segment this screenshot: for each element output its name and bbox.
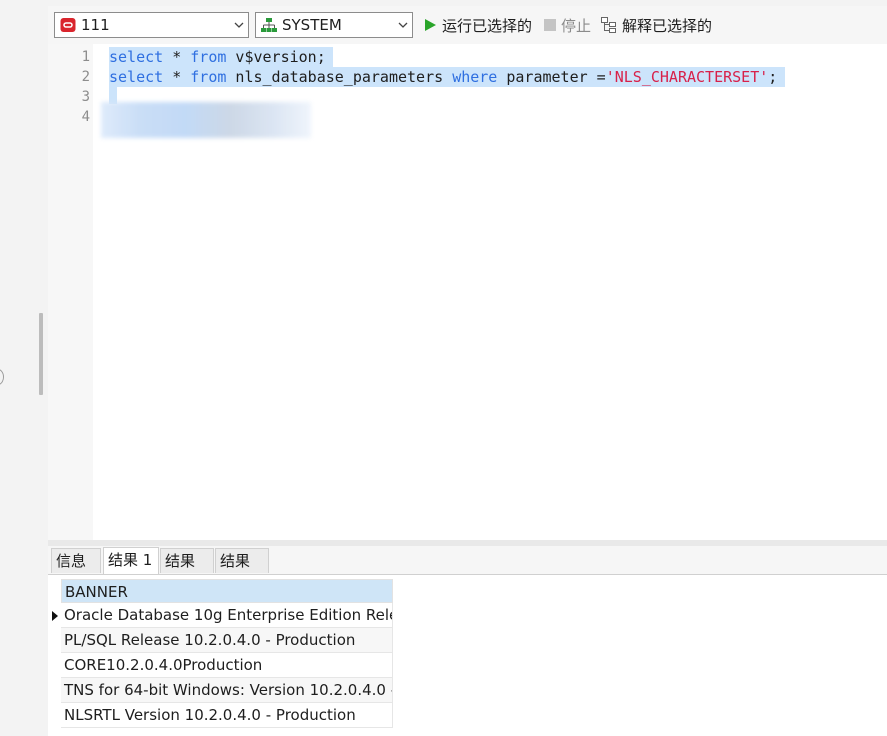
sql-text: v$version; — [226, 48, 326, 66]
explain-plan-icon — [601, 17, 617, 33]
query-toolbar: 111 SYSTEM 运行已选择的 停止 解释已选择的 — [48, 6, 887, 44]
run-selected-label: 运行已选择的 — [442, 16, 533, 35]
schema-select[interactable]: SYSTEM — [255, 12, 413, 38]
connection-select[interactable]: 111 — [54, 12, 249, 38]
tab-result-2[interactable]: 结果 2 — [160, 548, 214, 595]
stop-label: 停止 — [561, 16, 592, 35]
sql-keyword: select — [109, 68, 164, 86]
panel-edge-indicator — [0, 369, 4, 385]
results-tab-bar: 信息 结果 1 结果 2 结果 3 — [48, 546, 887, 595]
stop-button[interactable]: 停止 — [544, 12, 591, 38]
explain-selected-button[interactable]: 解释已选择的 — [601, 12, 712, 38]
column-header-banner[interactable]: BANNER — [61, 579, 393, 603]
sql-keyword: from — [190, 68, 227, 86]
results-panel: 信息 结果 1 结果 2 结果 3 BANNER Oracle Database… — [48, 546, 887, 736]
line-number: 3 — [81, 89, 90, 105]
connection-select-value: 111 — [81, 16, 110, 34]
sql-keyword: from — [190, 48, 227, 66]
redacted-region — [101, 102, 311, 138]
explain-selected-label: 解释已选择的 — [622, 16, 713, 35]
code-line-1: select * from v$version; — [109, 47, 326, 67]
code-line-2: select * from nls_database_parameters wh… — [109, 67, 777, 87]
tab-result-1[interactable]: 结果 1 — [103, 547, 159, 574]
play-icon — [424, 18, 437, 32]
vertical-splitter-handle[interactable] — [39, 313, 43, 395]
sql-text: * — [163, 48, 191, 66]
line-number: 1 — [81, 49, 90, 65]
tab-result-3[interactable]: 结果 3 — [215, 548, 269, 595]
sql-text: parameter = — [497, 68, 606, 86]
line-number-gutter: 1 2 3 4 — [48, 44, 93, 540]
current-row-arrow-icon — [52, 603, 60, 628]
schema-tree-icon — [261, 17, 277, 33]
table-row[interactable]: NLSRTL Version 10.2.0.4.0 - Production — [61, 703, 393, 728]
chevron-down-icon — [394, 22, 412, 28]
oracle-connection-icon — [60, 17, 76, 33]
line-number: 4 — [81, 109, 90, 125]
schema-select-value: SYSTEM — [282, 16, 342, 34]
table-row[interactable]: PL/SQL Release 10.2.0.4.0 - Production — [61, 628, 393, 653]
sql-text: nls_database_parameters — [226, 68, 453, 86]
table-row[interactable]: TNS for 64-bit Windows: Version 10.2.0.4… — [61, 678, 393, 703]
tab-info[interactable]: 信息 — [51, 548, 101, 573]
sql-keyword: where — [452, 68, 498, 86]
stop-icon — [544, 19, 556, 31]
sql-string-literal: 'NLS_CHARACTERSET' — [605, 68, 769, 86]
sql-text: * — [163, 68, 191, 86]
table-row[interactable]: Oracle Database 10g Enterprise Edition R… — [61, 603, 393, 628]
sql-text: ; — [768, 68, 778, 86]
sql-keyword: select — [109, 48, 164, 66]
line-number: 2 — [81, 69, 90, 85]
chevron-down-icon — [230, 22, 248, 28]
run-selected-button[interactable]: 运行已选择的 — [424, 12, 532, 38]
table-row[interactable]: CORE10.2.0.4.0Production — [61, 653, 393, 678]
left-panel-strip — [0, 0, 48, 736]
sql-editor[interactable]: 1 2 3 4 select * from v$version; select … — [48, 44, 887, 540]
